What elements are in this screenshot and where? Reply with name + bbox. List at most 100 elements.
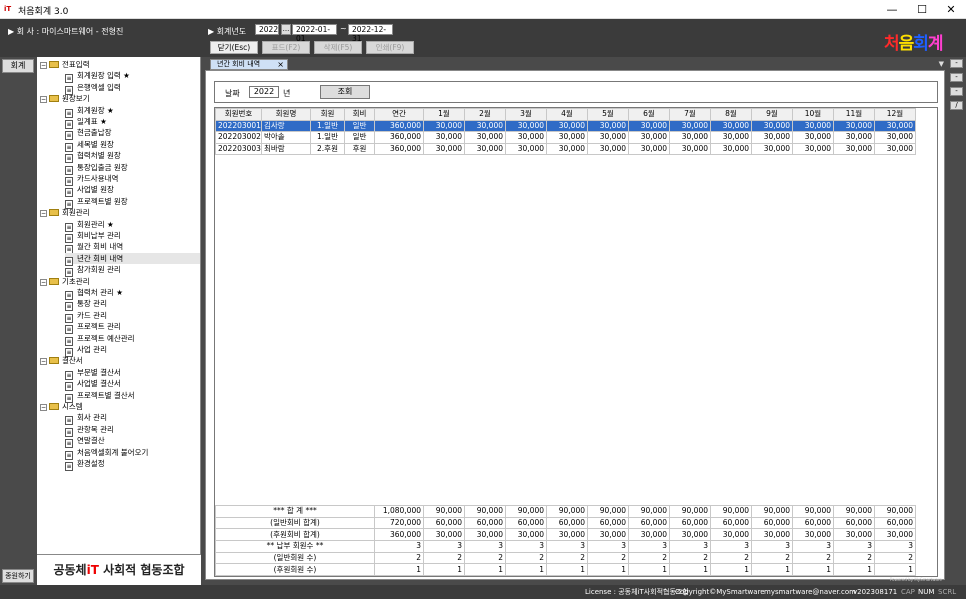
column-header[interactable]: 11월: [833, 108, 875, 121]
tree-item[interactable]: ≡ 회비납부 관리: [65, 230, 200, 243]
side-tool-button[interactable]: -: [950, 87, 963, 96]
table-cell[interactable]: 최바람: [261, 142, 311, 155]
table-cell[interactable]: 김사랑: [261, 119, 311, 132]
table-cell[interactable]: 30,000: [833, 119, 875, 132]
tree-group[interactable]: − 결산서: [40, 355, 83, 366]
table-cell[interactable]: 30,000: [669, 119, 711, 132]
side-tool-button[interactable]: /: [950, 101, 963, 110]
collapse-icon[interactable]: −: [40, 210, 47, 218]
collapse-icon[interactable]: −: [40, 96, 47, 104]
column-header[interactable]: 9월: [751, 108, 793, 121]
tree-item[interactable]: ≡ 월간 회비 내역: [65, 241, 200, 255]
tree-item[interactable]: ≡ 참가회원 관리: [65, 264, 200, 278]
fiscal-year-field[interactable]: 2022: [255, 24, 279, 35]
minimize-button[interactable]: —: [877, 1, 907, 18]
table-cell[interactable]: 30,000: [464, 131, 506, 144]
table-cell[interactable]: 30,000: [423, 142, 465, 155]
tree-item[interactable]: ≡ 사업별 원장: [65, 184, 200, 198]
tree-group[interactable]: − 시스템: [40, 401, 83, 412]
table-cell[interactable]: 30,000: [874, 142, 916, 155]
tree-item[interactable]: ≡ 회원관리 ★: [65, 219, 200, 232]
tree-item[interactable]: ≡ 처음엑셀회계 불어오기: [65, 447, 200, 460]
module-accounting-button[interactable]: 회계: [2, 59, 34, 73]
tree-item[interactable]: ≡ 통장 관리: [65, 298, 200, 312]
table-cell[interactable]: 202203002: [215, 131, 262, 144]
table-cell[interactable]: 후원: [344, 142, 375, 155]
table-cell[interactable]: 박아솔: [261, 131, 311, 144]
table-cell[interactable]: 30,000: [710, 119, 752, 132]
column-header[interactable]: 1월: [423, 108, 465, 121]
tab-annual-fees[interactable]: 년간 회비 내역 ×: [210, 59, 288, 70]
table-cell[interactable]: 일반: [344, 119, 375, 132]
table-cell[interactable]: 30,000: [874, 119, 916, 132]
tree-item[interactable]: ≡ 통장입출금 원장: [65, 162, 200, 175]
tree-group[interactable]: − 원장보기: [40, 93, 90, 104]
table-cell[interactable]: 30,000: [587, 119, 629, 132]
column-header[interactable]: 4월: [546, 108, 588, 121]
tree-item[interactable]: ≡ 카드사용내역: [65, 173, 200, 186]
tree-item[interactable]: ≡ 환경설정: [65, 458, 200, 471]
table-cell[interactable]: 30,000: [669, 131, 711, 144]
tree-group[interactable]: − 회원관리: [40, 207, 90, 218]
tree-item[interactable]: ≡ 현금출납장: [65, 127, 200, 141]
table-cell[interactable]: 30,000: [546, 119, 588, 132]
tree-item[interactable]: ≡ 프로젝트 관리: [65, 321, 200, 335]
tab-dropdown-icon[interactable]: ▼: [939, 60, 944, 68]
table-cell[interactable]: 30,000: [710, 131, 752, 144]
support-button[interactable]: 종원하기: [2, 569, 34, 583]
collapse-icon[interactable]: −: [40, 62, 47, 69]
table-cell[interactable]: 30,000: [792, 131, 834, 144]
side-tool-button[interactable]: -: [950, 73, 963, 82]
table-cell[interactable]: 30,000: [505, 142, 547, 155]
table-cell[interactable]: 202203001: [215, 119, 262, 132]
tree-item[interactable]: ≡ 은행엑셀 입력: [65, 82, 200, 95]
date-to-field[interactable]: 2022-12-31: [348, 24, 393, 43]
tree-item[interactable]: ≡ 카드 관리: [65, 310, 200, 323]
table-cell[interactable]: 30,000: [587, 142, 629, 155]
tree-item[interactable]: ≡ 협력처 관리 ★: [65, 287, 200, 300]
table-cell[interactable]: 30,000: [423, 131, 465, 144]
table-cell[interactable]: 30,000: [628, 119, 670, 132]
column-header[interactable]: 연간: [374, 108, 424, 121]
column-header[interactable]: 6월: [628, 108, 670, 121]
table-cell[interactable]: 30,000: [751, 142, 793, 155]
table-cell[interactable]: 30,000: [751, 119, 793, 132]
collapse-icon[interactable]: −: [40, 278, 47, 286]
table-cell[interactable]: 202203003: [215, 142, 262, 155]
toolbar-button-0[interactable]: 닫기(Esc): [210, 41, 258, 54]
column-header[interactable]: 7월: [669, 108, 711, 121]
tree-item[interactable]: ≡ 세목별 원장: [65, 139, 200, 152]
table-row[interactable]: 202203002 박아솔 1.일반 일반 360,000 30,000 30,000 30,…: [215, 131, 916, 144]
tree-item[interactable]: ≡ 프로젝트 예산관리: [65, 333, 200, 346]
table-cell[interactable]: 1.일반: [310, 119, 345, 132]
table-cell[interactable]: 30,000: [792, 119, 834, 132]
collapse-icon[interactable]: −: [40, 404, 47, 411]
table-cell[interactable]: 30,000: [587, 131, 629, 144]
tree-item[interactable]: ≡ 회계원장 입력 ★: [65, 70, 200, 84]
column-header[interactable]: 8월: [710, 108, 752, 121]
tree-item[interactable]: ≡ 관항목 관리: [65, 424, 200, 437]
table-cell[interactable]: 30,000: [792, 142, 834, 155]
fiscal-year-picker-button[interactable]: ...: [281, 24, 291, 35]
tree-item[interactable]: ≡ 프로젝트별 결산서: [65, 390, 200, 403]
tree-item[interactable]: ≡ 일계표 ★: [65, 116, 200, 129]
table-cell[interactable]: 30,000: [505, 131, 547, 144]
tree-item[interactable]: ≡ 연말결산: [65, 435, 200, 449]
table-cell[interactable]: 30,000: [546, 142, 588, 155]
tree-item[interactable]: ≡ 사업 관리: [65, 344, 200, 357]
side-tool-button[interactable]: -: [950, 59, 963, 68]
collapse-icon[interactable]: −: [40, 358, 47, 366]
toolbar-button-2[interactable]: 삭제(F5): [314, 41, 362, 54]
column-header[interactable]: 5월: [587, 108, 629, 121]
tab-close-icon[interactable]: ×: [277, 60, 284, 69]
column-header[interactable]: 12월: [874, 108, 916, 121]
table-cell[interactable]: 30,000: [833, 131, 875, 144]
table-cell[interactable]: 30,000: [628, 131, 670, 144]
tree-item[interactable]: ≡ 회계원장 ★: [65, 105, 200, 118]
column-header[interactable]: 회원명: [261, 108, 311, 121]
table-cell[interactable]: 30,000: [874, 131, 916, 144]
column-header[interactable]: 회원: [310, 108, 345, 121]
column-header[interactable]: 회원번호: [215, 108, 262, 121]
table-cell[interactable]: 360,000: [374, 142, 424, 155]
search-button[interactable]: 조회: [320, 85, 370, 99]
